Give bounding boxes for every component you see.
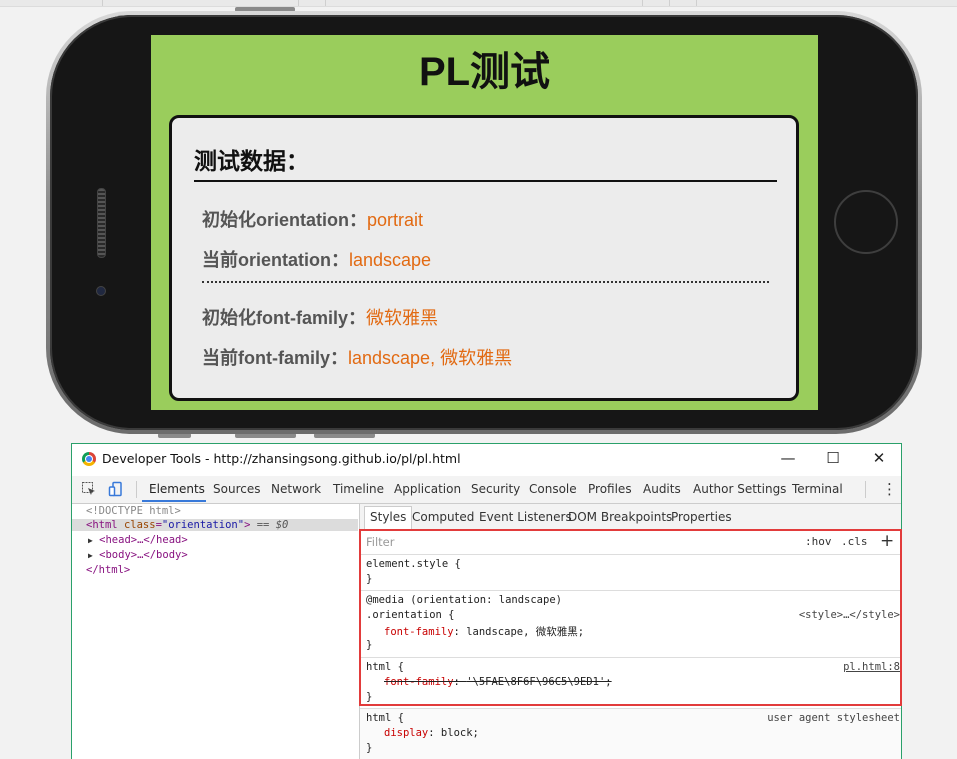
tab-elements[interactable]: Elements xyxy=(149,482,205,496)
row-label: 初始化orientation： xyxy=(202,210,367,230)
strip-divider xyxy=(325,0,326,6)
selected-marker: == $0 xyxy=(256,519,289,531)
dom-head-node[interactable]: ▶ <head>…</head> xyxy=(88,534,188,546)
dom-body-node[interactable]: ▶ <body>…</body> xyxy=(88,549,188,561)
devtools-titlebar[interactable]: Developer Tools - http://zhansingsong.gi… xyxy=(72,444,901,476)
phone-home-button[interactable] xyxy=(834,190,898,254)
attr-value: "orientation" xyxy=(161,519,245,531)
page-title: PL测试 xyxy=(418,50,551,94)
inspect-element-icon[interactable] xyxy=(81,481,97,497)
subtab-computed[interactable]: Computed xyxy=(412,510,474,524)
subtab-dom-breakpoints[interactable]: DOM Breakpoints xyxy=(568,510,672,524)
row-value: landscape xyxy=(349,250,432,270)
tab-network[interactable]: Network xyxy=(271,482,321,496)
strip-divider xyxy=(669,0,670,6)
strip-divider xyxy=(642,0,643,6)
devtools-tabbar: Elements Sources Network Timeline Applic… xyxy=(72,476,901,504)
styles-subtabs: Styles Computed Event Listeners DOM Brea… xyxy=(360,504,901,530)
dom-html-close[interactable]: </html> xyxy=(86,564,130,576)
chrome-icon xyxy=(82,452,96,466)
minimize-button[interactable]: — xyxy=(778,448,798,468)
tab-sources[interactable]: Sources xyxy=(213,482,260,496)
row-value: portrait xyxy=(367,210,424,230)
current-orientation-row: 当前orientation：landscape xyxy=(202,246,431,272)
device-toolbar-icon[interactable] xyxy=(108,481,124,497)
tab-terminal[interactable]: Terminal xyxy=(792,482,843,496)
subtab-event-listeners[interactable]: Event Listeners xyxy=(479,510,572,524)
highlight-box xyxy=(359,529,902,706)
more-options-icon[interactable]: ⋮ xyxy=(882,480,897,498)
card-title: 测试数据： xyxy=(194,148,309,174)
phone-camera xyxy=(96,286,106,296)
strip-divider xyxy=(298,0,299,6)
window-title: Developer Tools - http://zhansingsong.gi… xyxy=(102,451,461,466)
row-label: 当前orientation： xyxy=(202,250,349,270)
row-label: 初始化font-family： xyxy=(202,308,366,328)
card-divider xyxy=(194,180,777,182)
strip-divider xyxy=(696,0,697,6)
top-strip xyxy=(0,0,957,7)
subtab-properties[interactable]: Properties xyxy=(671,510,732,524)
expand-triangle-icon[interactable]: ▶ xyxy=(88,551,93,560)
dom-tree: <!DOCTYPE html> <html class="orientation… xyxy=(72,504,358,759)
tab-author-settings[interactable]: Author Settings xyxy=(693,482,786,496)
css-property: display xyxy=(384,727,429,739)
strip-divider xyxy=(102,0,103,6)
row-value: 微软雅黑 xyxy=(366,308,438,328)
dom-doctype[interactable]: <!DOCTYPE html> xyxy=(86,505,181,517)
phone-screen: PL测试 测试数据： 初始化orientation：portrait 当前ori… xyxy=(151,35,818,410)
close-button[interactable]: ✕ xyxy=(869,448,889,468)
expand-triangle-icon[interactable]: ▶ xyxy=(88,536,93,545)
toolbar-divider xyxy=(136,481,137,498)
maximize-button[interactable]: ☐ xyxy=(823,448,843,468)
rule-source-label: user agent stylesheet xyxy=(767,712,900,724)
tab-console[interactable]: Console xyxy=(529,482,577,496)
dom-html-node[interactable]: <html class="orientation"> == $0 xyxy=(72,519,358,531)
css-value: block; xyxy=(440,727,479,739)
head-tag: <head>…</head> xyxy=(99,534,188,546)
tab-timeline[interactable]: Timeline xyxy=(333,482,384,496)
active-tab-indicator xyxy=(142,500,206,502)
row-value: landscape, 微软雅黑 xyxy=(348,348,513,368)
init-font-family-row: 初始化font-family：微软雅黑 xyxy=(202,304,438,330)
tab-profiles[interactable]: Profiles xyxy=(588,482,632,496)
tab-audits[interactable]: Audits xyxy=(643,482,681,496)
tab-security[interactable]: Security xyxy=(471,482,520,496)
phone-speaker xyxy=(97,188,106,258)
tag-name: html xyxy=(92,519,118,531)
current-font-family-row: 当前font-family：landscape, 微软雅黑 xyxy=(202,344,512,370)
rule-selector[interactable]: html { xyxy=(366,712,404,724)
rule-close-brace: } xyxy=(366,742,373,754)
init-orientation-row: 初始化orientation：portrait xyxy=(202,206,423,232)
body-tag: <body>…</body> xyxy=(99,549,188,561)
tab-application[interactable]: Application xyxy=(394,482,461,496)
attr-name: class xyxy=(123,519,156,531)
toolbar-divider xyxy=(865,481,866,498)
row-label: 当前font-family： xyxy=(202,348,348,368)
rule-user-agent: html { user agent stylesheet display: bl… xyxy=(360,709,901,759)
dotted-divider xyxy=(202,281,769,283)
css-declaration[interactable]: display: block; xyxy=(384,727,479,739)
subtab-styles[interactable]: Styles xyxy=(364,506,413,529)
test-data-card: 测试数据： 初始化orientation：portrait 当前orientat… xyxy=(169,115,799,401)
